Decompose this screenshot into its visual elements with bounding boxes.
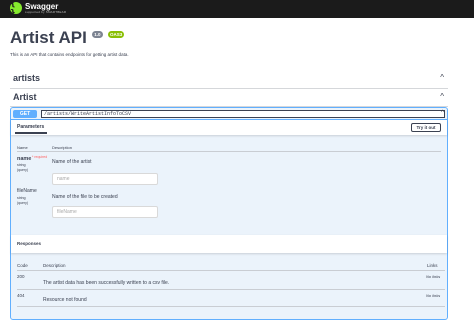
tag-title: artists bbox=[13, 73, 41, 83]
tag-title: Artist bbox=[13, 92, 37, 102]
operation-block: GET /artists/WriteArtistInfoToCSV ^ Para… bbox=[10, 107, 448, 320]
column-header-links: Links bbox=[427, 263, 438, 268]
logo-subtitle: supported by SMARTBEAR bbox=[25, 9, 67, 14]
divider bbox=[17, 289, 445, 290]
column-header-description: Description bbox=[43, 263, 66, 268]
divider bbox=[17, 270, 445, 271]
swagger-logo[interactable]: { } Swagger supported by SMARTBEAR bbox=[10, 0, 67, 17]
divider bbox=[17, 151, 441, 152]
page-title: Artist API bbox=[10, 28, 87, 47]
method-badge: GET bbox=[13, 110, 37, 118]
column-header-code: Code bbox=[17, 263, 28, 268]
column-header-name: Name bbox=[17, 145, 28, 150]
response-description: The artist data has been successfully wr… bbox=[43, 280, 170, 286]
api-description: This is an API that contains endpoints f… bbox=[10, 52, 129, 57]
response-code: 404 bbox=[17, 293, 25, 298]
tab-parameters[interactable]: Parameters bbox=[17, 124, 44, 130]
param-type: string bbox=[17, 196, 26, 200]
responses-header: Responses bbox=[11, 235, 447, 253]
name-input[interactable] bbox=[52, 173, 158, 185]
operation-path[interactable]: /artists/WriteArtistInfoToCSV bbox=[41, 110, 445, 118]
topbar: { } Swagger supported by SMARTBEAR bbox=[0, 0, 474, 18]
swagger-logo-icon: { } bbox=[10, 0, 22, 17]
responses-title: Responses bbox=[17, 241, 42, 246]
param-location: (query) bbox=[17, 168, 29, 172]
param-type: string bbox=[17, 163, 26, 167]
try-it-out-button[interactable]: Try it out bbox=[411, 123, 441, 132]
required-marker: * required bbox=[32, 155, 48, 159]
filename-input[interactable] bbox=[52, 206, 158, 218]
tab-underline bbox=[15, 132, 47, 134]
tag-section-artists[interactable]: artists ^ bbox=[10, 70, 448, 89]
param-name: fileName bbox=[17, 188, 37, 194]
response-links: No links bbox=[426, 274, 441, 279]
chevron-up-icon[interactable]: ^ bbox=[440, 73, 444, 82]
response-description: Resource not found bbox=[43, 297, 87, 303]
param-description: Name of the file to be created bbox=[52, 194, 118, 200]
param-name: name bbox=[17, 156, 32, 162]
tag-section-artist[interactable]: Artist ^ bbox=[10, 89, 448, 107]
oas-badge: OAS3 bbox=[108, 31, 125, 38]
parameters-header: Parameters Try it out bbox=[11, 120, 447, 135]
divider bbox=[17, 306, 445, 307]
param-description: Name of the artist bbox=[52, 159, 92, 165]
response-links: No links bbox=[426, 293, 441, 298]
operation-summary[interactable]: GET /artists/WriteArtistInfoToCSV ^ bbox=[11, 108, 447, 120]
api-info: Artist API 1.0 OAS3 bbox=[10, 28, 125, 48]
param-location: (query) bbox=[17, 201, 29, 205]
column-header-description: Description bbox=[52, 145, 73, 150]
version-badge: 1.0 bbox=[92, 31, 103, 38]
chevron-up-icon[interactable]: ^ bbox=[440, 92, 444, 101]
chevron-up-icon[interactable]: ^ bbox=[441, 110, 444, 116]
response-code: 200 bbox=[17, 274, 25, 279]
